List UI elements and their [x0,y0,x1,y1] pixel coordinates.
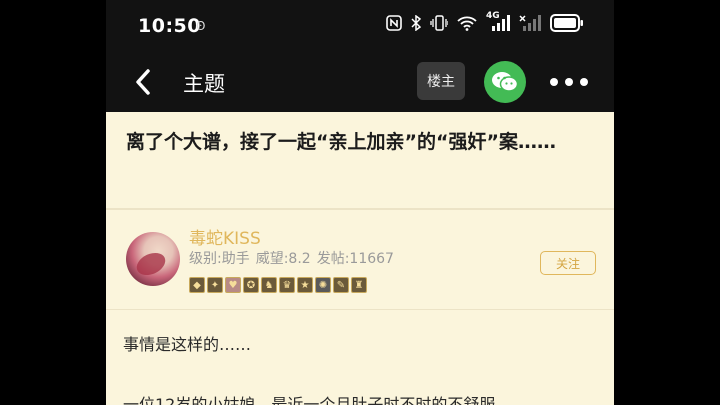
battery-icon [550,14,583,32]
author-meta: 级别:助手 威望:8.2 发帖:11667 [189,248,394,268]
avatar[interactable] [126,232,180,286]
badge-icon: ♛ [279,277,295,293]
phone-screen: 10:50 ʘ 4G 主题 楼主 离了个大谱，接了一起“亲上加亲”的“强奸”案…… [106,0,614,405]
status-time: 10:50 [138,15,201,37]
page-title: 主题 [183,72,225,96]
divider [106,208,614,210]
nav-bar: 主题 楼主 [106,52,614,112]
more-dot [550,78,558,86]
post-body-paragraph: 一位12岁的小姑娘，最近一个月肚子时不时的不舒服 [123,395,496,405]
status-bar: 10:50 ʘ 4G [106,0,614,52]
wifi-icon [457,16,477,31]
wechat-icon [492,72,519,92]
status-icons: 4G [386,11,584,32]
badge-icon: ✎ [333,277,349,293]
badge-icon: ✦ [207,277,223,293]
vibrate-icon [430,15,448,31]
author-level: 级别:助手 [189,251,250,267]
badge-icon: ♞ [261,277,277,293]
author-only-button[interactable]: 楼主 [417,62,465,100]
author-post-count: 发帖:11667 [316,251,394,267]
badge-icon: ✪ [243,277,259,293]
author-prestige: 威望:8.2 [255,251,311,267]
badge-icon: ✺ [315,277,331,293]
wechat-share-button[interactable] [484,61,526,103]
nfc-icon [386,15,402,31]
more-dots-icon[interactable] [550,78,588,86]
bluetooth-icon [411,15,421,31]
post-title: 离了个大谱，接了一起“亲上加亲”的“强奸”案…… [126,131,556,153]
author-badges: ◆ ✦ ♥ ✪ ♞ ♛ ★ ✺ ✎ ♜ [189,277,367,293]
badge-icon: ◆ [189,277,205,293]
divider [106,309,614,310]
badge-icon: ♜ [351,277,367,293]
badge-icon: ♥ [225,277,241,293]
more-dot [580,78,588,86]
follow-button[interactable]: 关注 [540,251,596,275]
signal-4g-icon: 4G [486,11,510,31]
more-dot [565,78,573,86]
badge-icon: ★ [297,277,313,293]
post-body-paragraph: 事情是这样的…… [123,335,252,354]
status-extra-indicator: ʘ [196,19,206,33]
back-arrow-icon[interactable] [130,66,158,98]
signal-nosim-icon [519,15,541,31]
author-name[interactable]: 毒蛇KISS [189,224,261,249]
